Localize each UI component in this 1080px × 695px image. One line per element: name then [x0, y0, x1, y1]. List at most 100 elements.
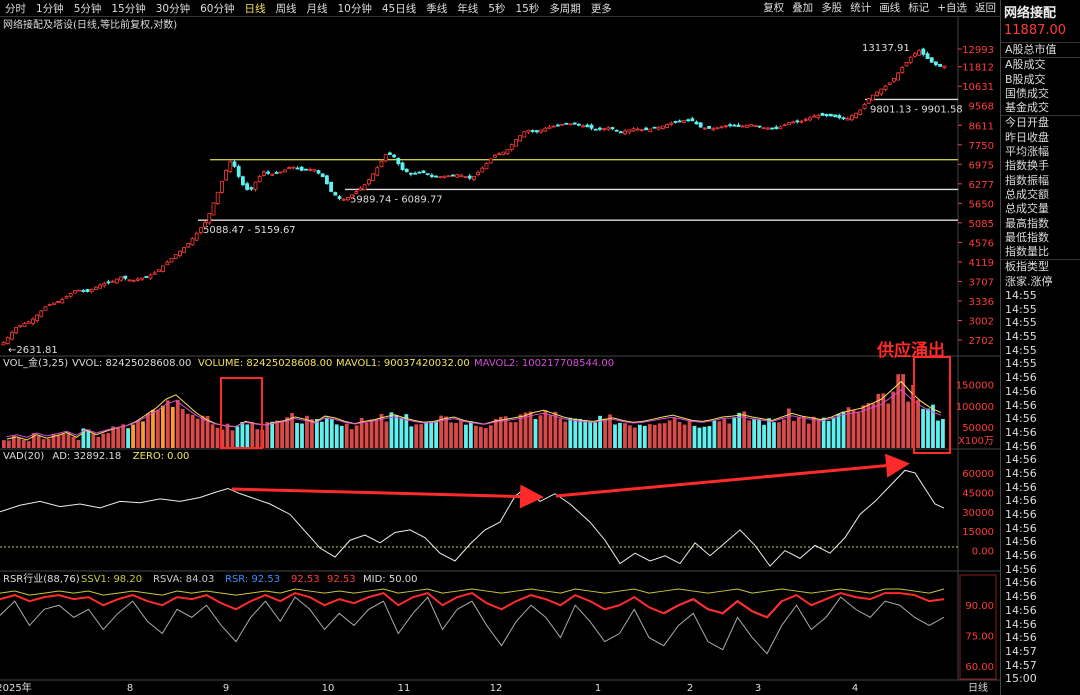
x-label-4: 11: [398, 683, 411, 694]
volume-legend-3: MAVOL2: 100217708544.00: [474, 358, 614, 369]
volume-bar: [508, 422, 513, 448]
volume-bar: [106, 433, 111, 448]
volume-bar: [816, 419, 821, 448]
volume-bar: [806, 423, 811, 448]
volume-bar: [628, 425, 632, 448]
candle-body: [623, 130, 627, 135]
candle-body: [375, 167, 380, 176]
candle-body: [39, 310, 44, 317]
volume-bar: [21, 439, 26, 448]
time-27: 14:57: [1005, 658, 1037, 672]
x-label-1: 8: [127, 683, 133, 694]
candle-body: [106, 281, 111, 284]
candle-body: [820, 112, 825, 116]
volume-bar: [91, 433, 96, 448]
volume-bar: [354, 425, 359, 448]
candle-body: [14, 326, 19, 334]
candle-body: [190, 237, 195, 246]
price-tick-6: 6975: [969, 160, 994, 171]
candle-body: [240, 176, 245, 186]
volume-bar: [101, 433, 106, 448]
volume-bar: [225, 423, 230, 448]
volume-bar: [821, 417, 826, 448]
price-tick-7: 6277: [969, 180, 994, 191]
candle-body: [467, 175, 472, 179]
candle-body: [488, 158, 493, 164]
volume-bar: [921, 408, 925, 448]
volume-legend-1: VOLUME: 82425028608.00: [198, 358, 332, 369]
volume-bar: [936, 420, 940, 448]
candle-body: [303, 168, 308, 171]
volume-bar: [831, 417, 836, 448]
volume-bar: [349, 429, 354, 448]
rsr-legend-5: 92.53: [327, 574, 356, 585]
candle-body: [408, 172, 413, 175]
candle-body: [875, 91, 879, 96]
volume-bar: [558, 418, 563, 448]
candle-body: [140, 277, 145, 280]
field-list: A股总市值 A股成交 B股成交 国债成交 基金成交 今日开盘 昨日收盘 平均涨幅 指数换手 指数振…: [1001, 43, 1080, 289]
volume-bar: [315, 419, 319, 448]
volume-bar: [836, 414, 841, 448]
candle-body: [757, 125, 762, 128]
volume-bar: [175, 399, 180, 448]
time-11: 14:56: [1005, 439, 1037, 453]
candle-body: [345, 197, 350, 201]
candle-body: [379, 160, 384, 168]
volume-bar: [588, 421, 593, 448]
candle-body: [253, 181, 258, 190]
rsr-legend-6: MID: 50.00: [363, 574, 417, 585]
candle-body: [119, 276, 123, 281]
time-18: 14:56: [1005, 535, 1037, 549]
candle-body: [803, 119, 808, 121]
field-10: 总成交额: [1005, 187, 1049, 201]
volume-bar: [339, 425, 344, 448]
price-tick-5: 7750: [969, 141, 994, 152]
rsr-legend-2: RSVA: 84.03: [153, 574, 214, 585]
volume-bar: [245, 424, 250, 448]
volume-bar: [603, 418, 607, 448]
candle-body: [392, 154, 397, 158]
volume-bar: [856, 412, 861, 448]
candle-body: [938, 64, 942, 67]
candle-body: [745, 124, 749, 128]
price-tick-15: 2702: [969, 336, 994, 347]
candle-body: [560, 123, 564, 126]
candle-body: [450, 174, 455, 177]
candle-body: [312, 169, 317, 172]
candle-body: [892, 78, 896, 82]
x-label-5: 12: [490, 683, 503, 694]
candle-body: [719, 126, 724, 129]
volume-bar: [449, 422, 453, 448]
candle-body: [442, 175, 447, 178]
candle-body: [94, 286, 98, 290]
volume-bar: [782, 419, 786, 448]
volume-bar: [126, 428, 130, 448]
field-4: 基金成交: [1001, 101, 1080, 117]
candle-body: [30, 318, 35, 324]
candle-body: [736, 124, 741, 127]
volume-bar: [583, 419, 588, 448]
high-label: 13137.91: [862, 43, 910, 54]
volume-bar: [230, 430, 235, 448]
time-20: 14:56: [1005, 562, 1037, 576]
volume-bar: [160, 405, 165, 448]
volume-bar: [374, 419, 379, 448]
candle-body: [656, 126, 661, 130]
volume-bar: [151, 409, 155, 448]
volume-bar: [687, 420, 692, 448]
volume-bar: [697, 427, 702, 448]
candle-body: [455, 174, 460, 178]
candle-body: [850, 115, 854, 121]
candle-body: [707, 125, 711, 129]
candle-body: [883, 85, 888, 90]
volume-bar: [672, 417, 677, 448]
time-28: 15:00: [1005, 672, 1037, 686]
volume-bar: [533, 419, 538, 448]
candle-body: [644, 127, 648, 131]
candle-body: [421, 170, 426, 174]
candle-body: [169, 257, 174, 263]
volume-bar: [464, 424, 468, 448]
volume-bar: [652, 424, 657, 448]
candle-body: [18, 324, 23, 328]
